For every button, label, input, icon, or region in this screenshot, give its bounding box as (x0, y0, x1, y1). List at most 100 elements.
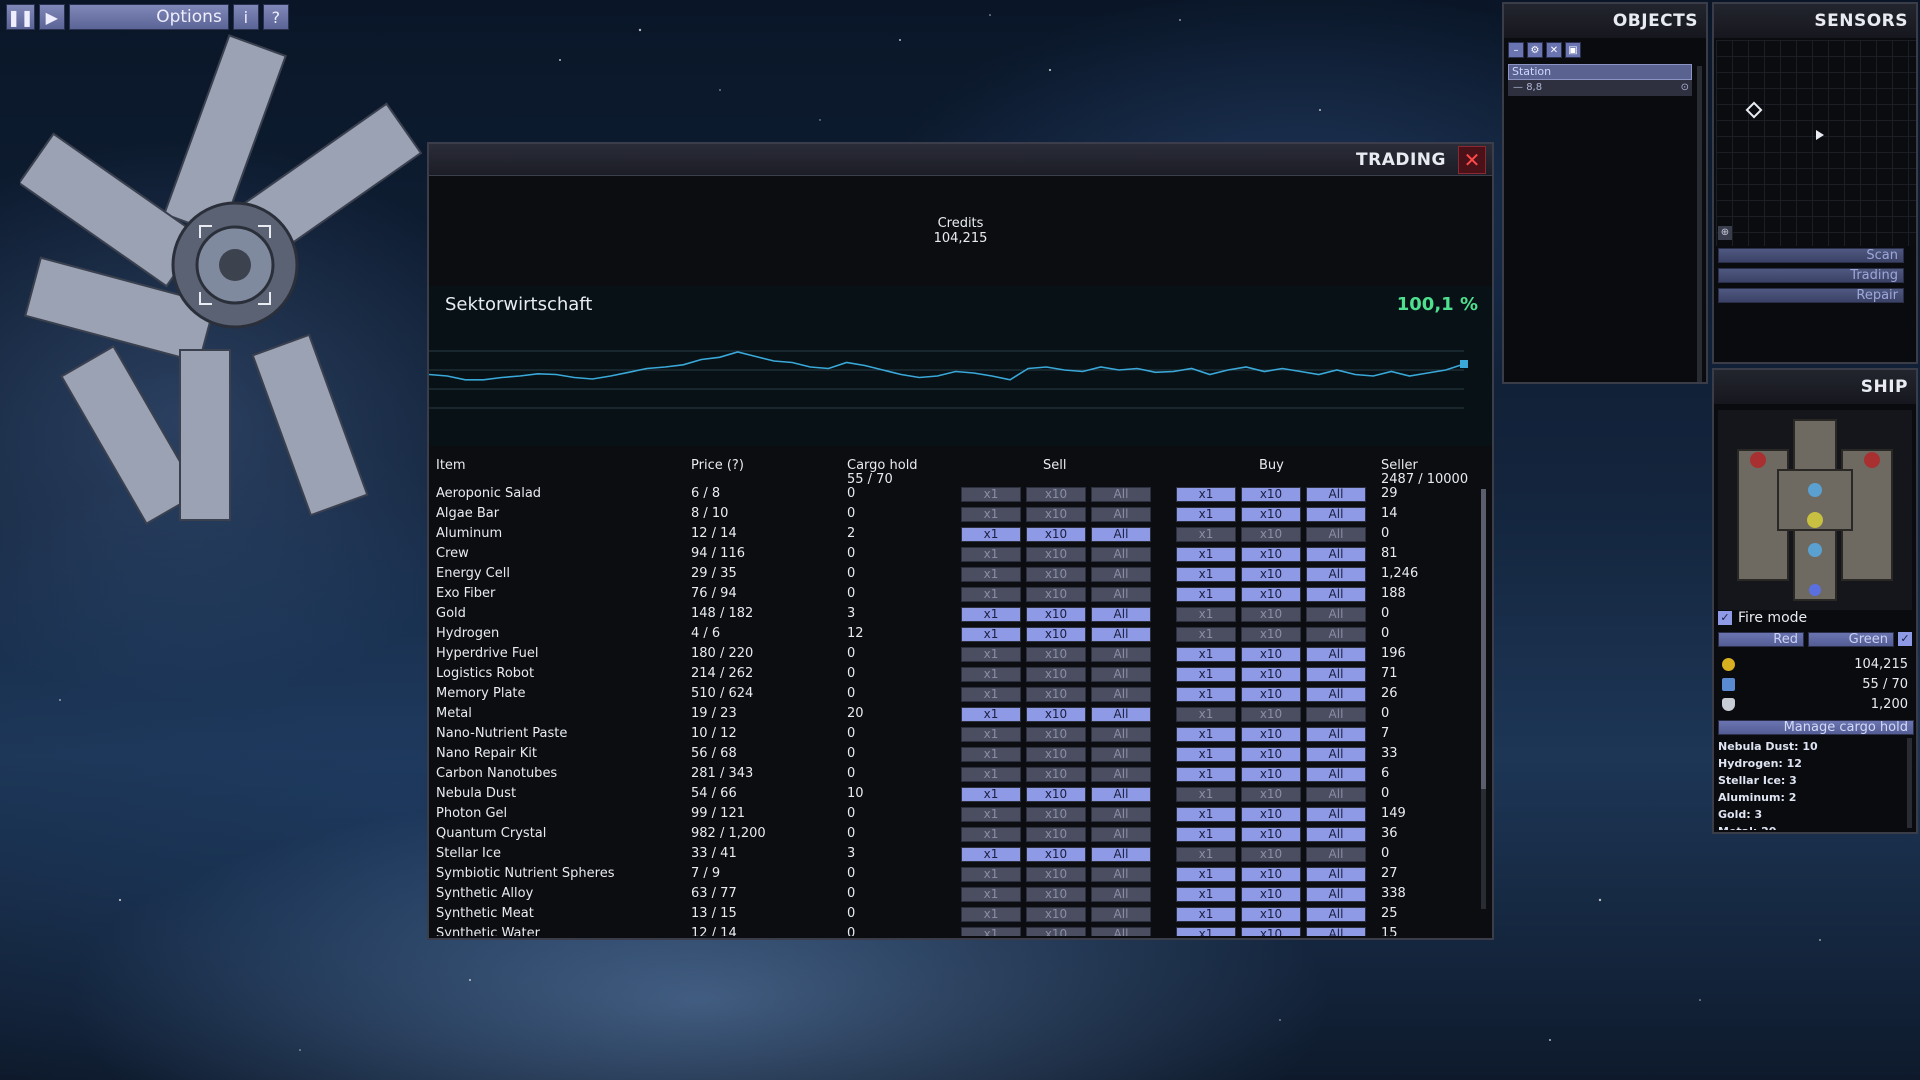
trading-button[interactable]: Trading (1718, 268, 1904, 283)
fire-mode-checkbox[interactable]: ✓ (1718, 611, 1732, 625)
sell-x1-button[interactable]: x1 (961, 827, 1021, 842)
sell-x1-button[interactable]: x1 (961, 687, 1021, 702)
sell-all-button[interactable]: All (1091, 887, 1151, 902)
buy-all-button[interactable]: All (1306, 727, 1366, 742)
manage-cargo-button[interactable]: Manage cargo hold (1718, 720, 1914, 735)
sell-all-button[interactable]: All (1091, 507, 1151, 522)
buy-x1-button[interactable]: x1 (1176, 887, 1236, 902)
buy-x1-button[interactable]: x1 (1176, 647, 1236, 662)
buy-x10-button[interactable]: x10 (1241, 867, 1301, 882)
help-button[interactable]: ? (262, 4, 289, 30)
fire-mode-row[interactable]: ✓ Fire mode (1718, 610, 1807, 626)
buy-x10-button[interactable]: x10 (1241, 707, 1301, 722)
sell-x1-button[interactable]: x1 (961, 647, 1021, 662)
buy-x10-button[interactable]: x10 (1241, 587, 1301, 602)
sell-x10-button[interactable]: x10 (1026, 927, 1086, 936)
sell-all-button[interactable]: All (1091, 607, 1151, 622)
sell-all-button[interactable]: All (1091, 627, 1151, 642)
settings-icon[interactable]: ⚙ (1527, 42, 1543, 58)
cargo-scrollbar[interactable] (1907, 738, 1912, 828)
buy-x10-button[interactable]: x10 (1241, 807, 1301, 822)
buy-x10-button[interactable]: x10 (1241, 907, 1301, 922)
buy-x1-button[interactable]: x1 (1176, 927, 1236, 936)
buy-x1-button[interactable]: x1 (1176, 727, 1236, 742)
sell-x1-button[interactable]: x1 (961, 587, 1021, 602)
sell-all-button[interactable]: All (1091, 667, 1151, 682)
repair-button[interactable]: Repair (1718, 288, 1904, 303)
sell-x1-button[interactable]: x1 (961, 847, 1021, 862)
sell-x10-button[interactable]: x10 (1026, 667, 1086, 682)
buy-all-button[interactable]: All (1306, 547, 1366, 562)
sell-x1-button[interactable]: x1 (961, 787, 1021, 802)
sell-all-button[interactable]: All (1091, 587, 1151, 602)
save-icon[interactable]: ▣ (1565, 42, 1581, 58)
play-button[interactable]: ▶ (38, 4, 65, 30)
red-button[interactable]: Red (1718, 632, 1804, 647)
buy-all-button[interactable]: All (1306, 507, 1366, 522)
sell-x10-button[interactable]: x10 (1026, 827, 1086, 842)
sell-x1-button[interactable]: x1 (961, 507, 1021, 522)
sell-x10-button[interactable]: x10 (1026, 787, 1086, 802)
station-marker-icon[interactable] (1745, 101, 1763, 119)
sell-all-button[interactable]: All (1091, 527, 1151, 542)
sell-x1-button[interactable]: x1 (961, 487, 1021, 502)
sell-x10-button[interactable]: x10 (1026, 567, 1086, 582)
buy-x1-button[interactable]: x1 (1176, 667, 1236, 682)
sell-x10-button[interactable]: x10 (1026, 587, 1086, 602)
buy-x1-button[interactable]: x1 (1176, 787, 1236, 802)
sell-x10-button[interactable]: x10 (1026, 767, 1086, 782)
sell-x10-button[interactable]: x10 (1026, 727, 1086, 742)
buy-x10-button[interactable]: x10 (1241, 887, 1301, 902)
buy-x1-button[interactable]: x1 (1176, 847, 1236, 862)
sell-x1-button[interactable]: x1 (961, 547, 1021, 562)
buy-all-button[interactable]: All (1306, 607, 1366, 622)
sell-x1-button[interactable]: x1 (961, 727, 1021, 742)
buy-x1-button[interactable]: x1 (1176, 507, 1236, 522)
sell-x10-button[interactable]: x10 (1026, 687, 1086, 702)
sell-x1-button[interactable]: x1 (961, 627, 1021, 642)
buy-x10-button[interactable]: x10 (1241, 627, 1301, 642)
sell-x1-button[interactable]: x1 (961, 867, 1021, 882)
buy-x10-button[interactable]: x10 (1241, 667, 1301, 682)
buy-x1-button[interactable]: x1 (1176, 867, 1236, 882)
close-button[interactable]: ✕ (1458, 145, 1486, 174)
buy-x10-button[interactable]: x10 (1241, 747, 1301, 762)
zoom-icon[interactable]: ⊕ (1718, 226, 1732, 240)
sell-all-button[interactable]: All (1091, 747, 1151, 762)
sell-x10-button[interactable]: x10 (1026, 507, 1086, 522)
buy-x1-button[interactable]: x1 (1176, 807, 1236, 822)
buy-all-button[interactable]: All (1306, 527, 1366, 542)
sell-all-button[interactable]: All (1091, 687, 1151, 702)
buy-x1-button[interactable]: x1 (1176, 527, 1236, 542)
sell-x1-button[interactable]: x1 (961, 807, 1021, 822)
buy-x10-button[interactable]: x10 (1241, 607, 1301, 622)
sell-x10-button[interactable]: x10 (1026, 747, 1086, 762)
sell-all-button[interactable]: All (1091, 727, 1151, 742)
buy-all-button[interactable]: All (1306, 687, 1366, 702)
trade-item-list[interactable]: Aeroponic Salad 6 / 8 0 29 x1 x10 All x1 x10 All A… (429, 484, 1469, 936)
sell-x1-button[interactable]: x1 (961, 667, 1021, 682)
column-price[interactable]: Price (?) (691, 458, 744, 473)
object-station-detail[interactable]: — 8,8 ⊙ (1508, 80, 1692, 96)
sell-all-button[interactable]: All (1091, 827, 1151, 842)
sell-x10-button[interactable]: x10 (1026, 707, 1086, 722)
buy-all-button[interactable]: All (1306, 807, 1366, 822)
sell-x10-button[interactable]: x10 (1026, 487, 1086, 502)
buy-all-button[interactable]: All (1306, 787, 1366, 802)
buy-x10-button[interactable]: x10 (1241, 727, 1301, 742)
buy-all-button[interactable]: All (1306, 887, 1366, 902)
buy-x1-button[interactable]: x1 (1176, 827, 1236, 842)
buy-x1-button[interactable]: x1 (1176, 567, 1236, 582)
pause-button[interactable]: ❚❚ (6, 4, 35, 30)
sell-x1-button[interactable]: x1 (961, 767, 1021, 782)
buy-x1-button[interactable]: x1 (1176, 707, 1236, 722)
sell-x1-button[interactable]: x1 (961, 707, 1021, 722)
buy-x1-button[interactable]: x1 (1176, 907, 1236, 922)
green-button[interactable]: Green (1808, 632, 1894, 647)
objects-scrollbar[interactable] (1697, 66, 1702, 382)
sell-all-button[interactable]: All (1091, 487, 1151, 502)
sell-all-button[interactable]: All (1091, 547, 1151, 562)
options-button[interactable]: Options (68, 4, 229, 30)
buy-all-button[interactable]: All (1306, 587, 1366, 602)
buy-all-button[interactable]: All (1306, 647, 1366, 662)
